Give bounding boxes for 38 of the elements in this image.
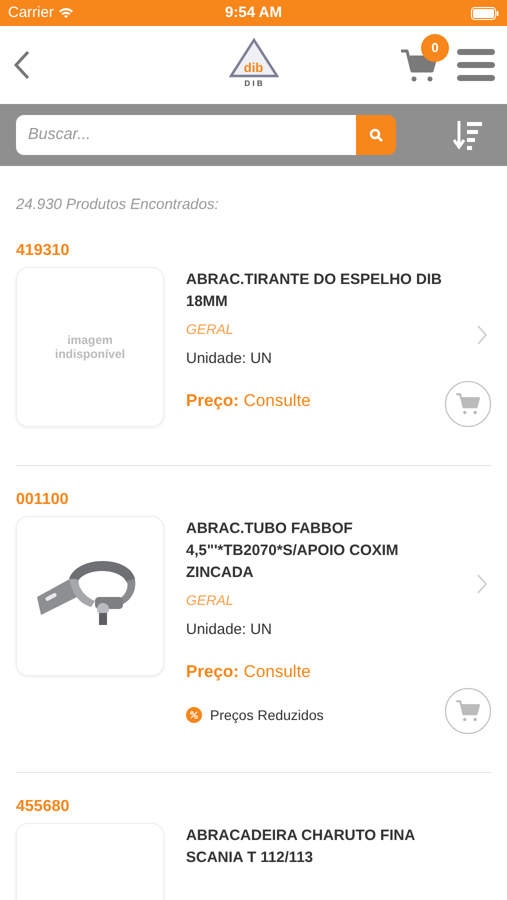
search-button[interactable]: [356, 115, 396, 155]
menu-icon[interactable]: [457, 48, 495, 82]
product-unit: Unidade: UN: [186, 348, 273, 368]
cart-icon: [455, 392, 481, 416]
chevron-right-icon: [477, 324, 487, 344]
product-category: GERAL: [186, 320, 234, 338]
chevron-right-icon: [477, 574, 487, 594]
search-field[interactable]: Buscar...: [16, 115, 356, 155]
product-title: ABRAC.TUBO FABBOF 4,5"'*TB2070*S/APOIO COXIM ZINCADA: [186, 518, 400, 582]
product-row[interactable]: ABRACADEIRA CHARUTO FINA SCANIA T 112/113: [16, 814, 491, 900]
sort-icon[interactable]: [453, 119, 483, 151]
battery-icon: [471, 6, 499, 20]
product-title: ABRACADEIRA CHARUTO FINA SCANIA T 112/113: [186, 826, 416, 868]
logo-caption: D I B: [244, 80, 263, 88]
wifi-icon: [58, 7, 74, 19]
image-unavailable-text: imagem indisponível: [54, 332, 126, 360]
clock-time: 9:54 AM: [225, 2, 282, 23]
add-to-cart-button[interactable]: [445, 380, 491, 426]
results-count: 24.930 Produtos Encontrados:: [15, 195, 220, 215]
product-code: 419310: [16, 242, 70, 258]
product-code: 455680: [16, 798, 70, 814]
add-to-cart-button[interactable]: [445, 688, 491, 734]
logo-icon: dib: [228, 38, 278, 78]
reduced-prices-label: Preços Reduzidos: [210, 706, 324, 725]
percent-icon: [186, 707, 202, 723]
product-row[interactable]: ABRAC.TUBO FABBOF 4,5"'*TB2070*S/APOIO COXIM ZINCADA GERAL Unidade: UN Preço: Consulte Preços Reduzidos: [16, 508, 491, 734]
product-row[interactable]: imagem indisponível ABRAC.TIRANTE DO ESPELHO DIB 18MM GERAL Unidade: UN Preço: Consulte: [16, 258, 491, 426]
product-price: Preço: Consulte: [186, 661, 312, 683]
search-icon: [369, 128, 383, 142]
cart-count-badge: 0: [421, 34, 449, 62]
cart-icon: [455, 698, 481, 722]
product-unit: Unidade: UN: [186, 620, 273, 640]
product-category: GERAL: [186, 590, 234, 610]
back-icon[interactable]: [12, 50, 32, 80]
carrier-name: Carrier: [8, 2, 54, 23]
product-code: 001100: [16, 492, 70, 508]
product-title: ABRAC.TIRANTE DO ESPELHO DIB 18MM: [186, 270, 443, 312]
product-price: Preço: Consulte: [186, 390, 312, 412]
